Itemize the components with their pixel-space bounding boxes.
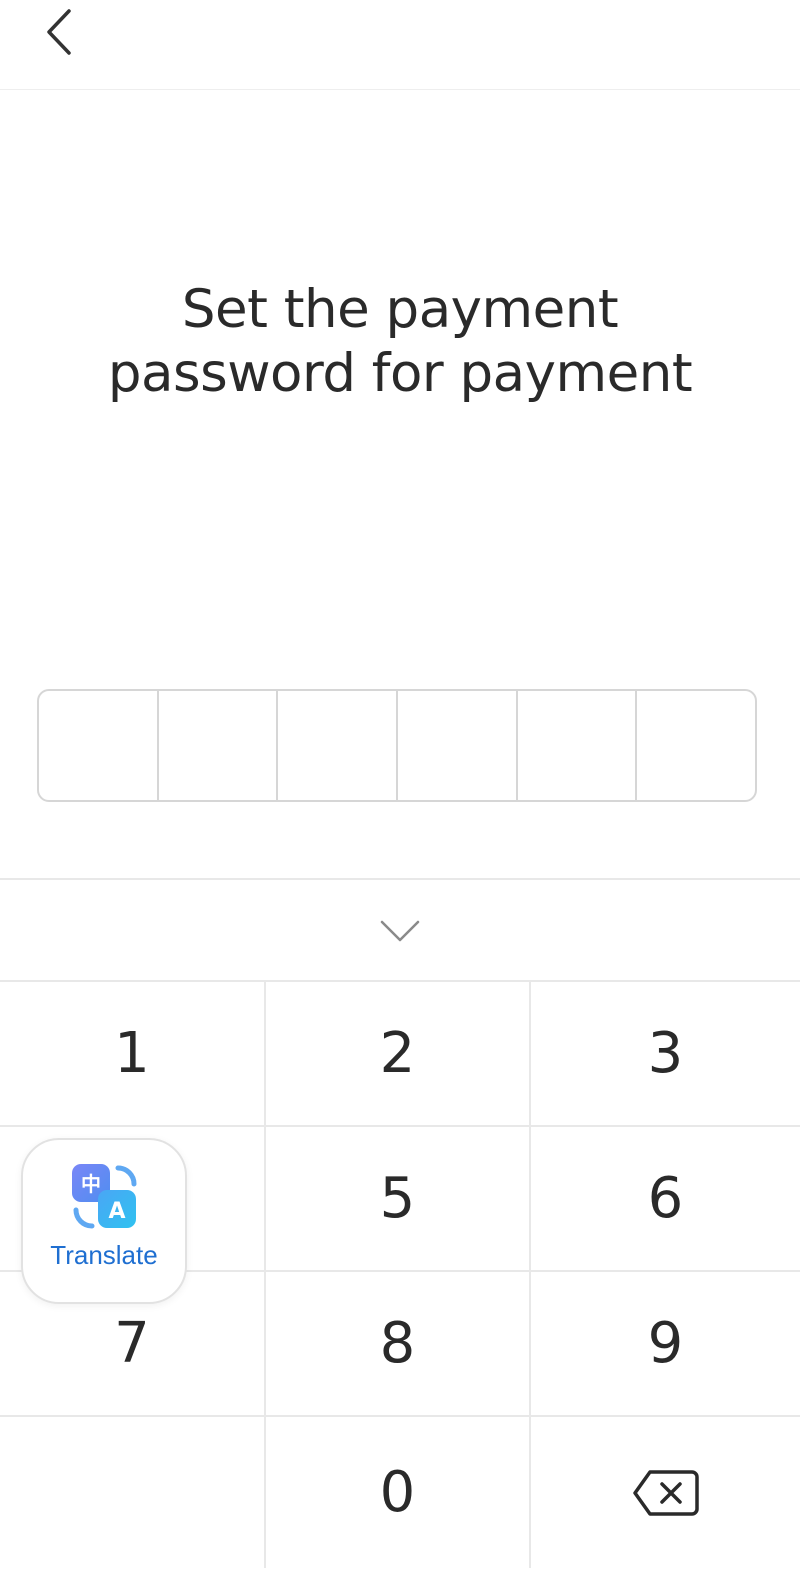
translate-icon: 中 A [72,1164,137,1229]
key-0[interactable]: 0 [266,1417,531,1568]
top-bar [0,0,800,90]
key-9[interactable]: 9 [531,1272,800,1417]
key-2[interactable]: 2 [266,982,531,1127]
chevron-down-icon [380,920,420,941]
chevron-left-icon [47,9,71,55]
translate-icon-char-top: 中 [81,1172,101,1196]
translate-icon-char-bottom: A [108,1199,125,1224]
key-6[interactable]: 6 [531,1127,800,1272]
password-input[interactable] [37,689,757,802]
keyboard-collapse-button[interactable] [370,908,430,953]
back-button[interactable] [30,2,90,62]
key-8[interactable]: 8 [266,1272,531,1417]
pin-digit-box[interactable] [398,691,518,800]
pin-digit-box[interactable] [518,691,638,800]
pin-digit-box[interactable] [159,691,279,800]
key-empty [0,1417,266,1568]
backspace-key[interactable] [531,1417,800,1568]
pin-digit-box[interactable] [278,691,399,800]
page-title-line-1: Set the payment [181,279,619,340]
pin-digit-box[interactable] [39,691,159,800]
key-3[interactable]: 3 [531,982,800,1127]
key-1[interactable]: 1 [0,982,266,1127]
page-title-line-2: password for payment [107,343,693,404]
page-title: Set the payment password for payment [0,278,800,406]
backspace-icon [632,1469,699,1516]
keyboard-divider [0,878,800,880]
pin-digit-box[interactable] [637,691,755,800]
translate-floating-button[interactable]: 中 A Translate [21,1138,187,1304]
key-5[interactable]: 5 [266,1127,531,1272]
translate-label: Translate [50,1240,158,1270]
